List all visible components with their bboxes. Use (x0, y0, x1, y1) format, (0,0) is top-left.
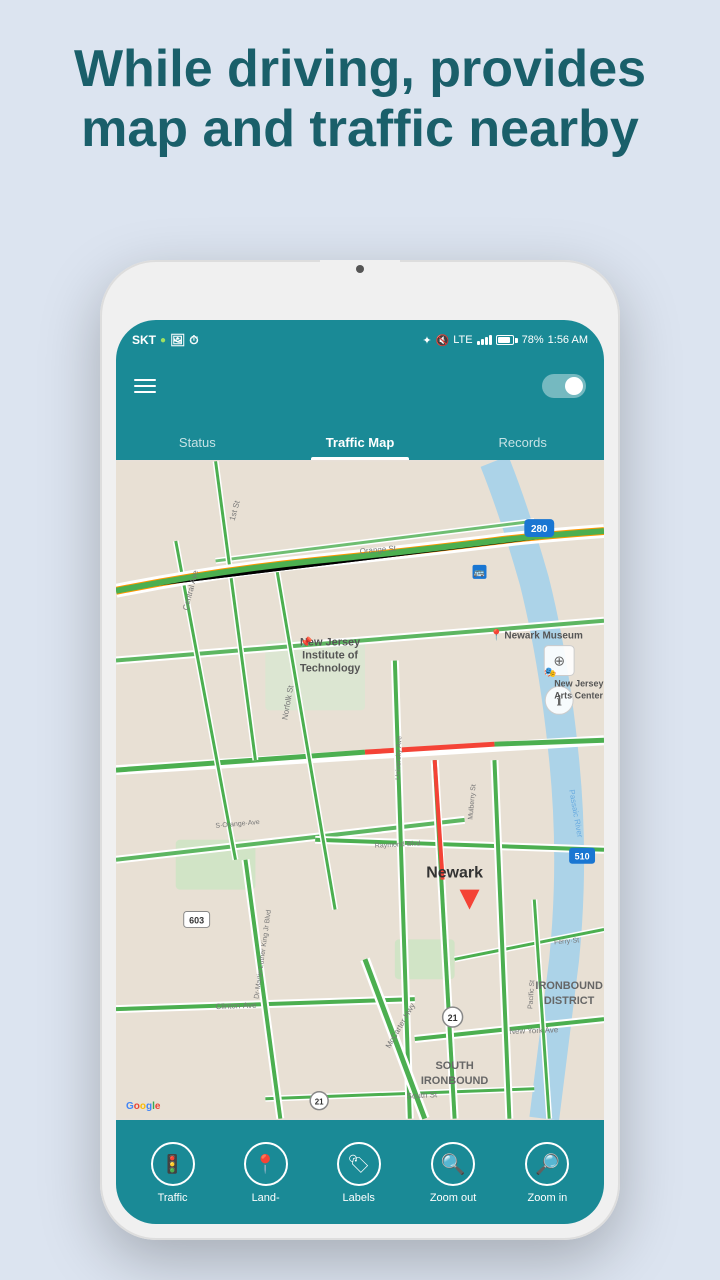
nav-landmark-label: Land- (252, 1192, 280, 1204)
carrier-icon: ● (160, 335, 166, 346)
landmark-nav-icon: 📍 (244, 1142, 288, 1186)
nav-zoom-out-label: Zoom out (430, 1192, 476, 1204)
svg-text:21: 21 (448, 1013, 458, 1023)
svg-text:Clinton·Ave: Clinton·Ave (215, 1001, 257, 1011)
svg-text:South St: South St (406, 1090, 438, 1101)
battery-indicator (496, 335, 518, 345)
phone-notch (320, 260, 400, 278)
nav-labels-label: Labels (343, 1192, 375, 1204)
status-bar: SKT ● 🖼 ⏱ ✦ 🔇 LTE (116, 320, 604, 360)
nav-landmark[interactable]: 📍 Land- (244, 1142, 288, 1204)
hamburger-line-3 (134, 391, 156, 393)
hamburger-line-1 (134, 379, 156, 381)
svg-text:🚌: 🚌 (474, 567, 485, 577)
zoom-out-nav-icon: 🔍 (431, 1142, 475, 1186)
phone-screen: SKT ● 🖼 ⏱ ✦ 🔇 LTE (116, 320, 604, 1224)
svg-text:DISTRICT: DISTRICT (544, 995, 595, 1007)
tab-traffic-map[interactable]: Traffic Map (279, 435, 442, 460)
photo-icon: 🖼 (170, 333, 185, 347)
svg-text:New York Ave: New York Ave (509, 1025, 559, 1036)
signal-bars (477, 335, 492, 345)
google-logo: Google (126, 1101, 160, 1112)
phone-shell: SKT ● 🖼 ⏱ ✦ 🔇 LTE (100, 260, 620, 1240)
svg-text:SOUTH: SOUTH (435, 1060, 473, 1072)
speedometer-icon: ⏱ (189, 333, 198, 348)
zoom-in-nav-icon: 🔎 (525, 1142, 569, 1186)
svg-text:Arts Center: Arts Center (554, 690, 603, 700)
signal-bar-4 (489, 335, 492, 345)
svg-text:Institute of: Institute of (302, 650, 358, 662)
svg-text:🎭: 🎭 (544, 666, 556, 678)
svg-text:21: 21 (315, 1098, 324, 1107)
time-label: 1:56 AM (548, 334, 588, 346)
svg-text:IRONBOUND: IRONBOUND (535, 980, 603, 992)
nav-labels[interactable]: 🏷 Labels (337, 1142, 381, 1204)
svg-text:⊕: ⊕ (553, 653, 565, 669)
svg-text:📍: 📍 (489, 629, 503, 642)
svg-text:New Jersey Perf: New Jersey Perf (554, 678, 604, 688)
traffic-map[interactable]: 280 510 603 21 21 ℹ (116, 460, 604, 1120)
nav-zoom-in-label: Zoom in (528, 1192, 568, 1204)
status-right: ✦ 🔇 LTE 78% 1:56 AM (422, 334, 588, 347)
svg-text:510: 510 (575, 852, 590, 862)
svg-text:Newark: Newark (426, 865, 483, 882)
map-svg: 280 510 603 21 21 ℹ (116, 460, 604, 1120)
camera-dot (356, 265, 364, 273)
labels-nav-icon: 🏷 (337, 1142, 381, 1186)
hero-section: While driving, provides map and traffic … (0, 40, 720, 160)
nav-traffic-label: Traffic (158, 1192, 188, 1204)
bottom-navigation: 🚦 Traffic 📍 Land- 🏷 Labels 🔍 Zoom out 🔎 … (116, 1120, 604, 1224)
signal-bar-3 (485, 337, 488, 345)
svg-text:603: 603 (189, 915, 204, 925)
carrier-label: SKT (132, 333, 156, 347)
tab-bar: Status Traffic Map Records (116, 412, 604, 460)
hamburger-menu-button[interactable] (134, 379, 156, 393)
battery-label: 78% (522, 334, 544, 346)
bluetooth-icon: ✦ (422, 334, 431, 347)
svg-text:IRONBOUND: IRONBOUND (421, 1075, 489, 1087)
toggle-switch-button[interactable] (542, 374, 586, 398)
lte-label: LTE (453, 334, 472, 346)
signal-bar-2 (481, 339, 484, 345)
tab-records[interactable]: Records (441, 435, 604, 460)
nav-zoom-in[interactable]: 🔎 Zoom in (525, 1142, 569, 1204)
hamburger-line-2 (134, 385, 156, 387)
nav-zoom-out[interactable]: 🔍 Zoom out (430, 1142, 476, 1204)
mute-icon: 🔇 (436, 334, 450, 347)
app-bar (116, 360, 604, 412)
hero-title: While driving, provides map and traffic … (40, 40, 680, 160)
svg-text:Technology: Technology (300, 662, 361, 674)
status-left: SKT ● 🖼 ⏱ (132, 333, 199, 348)
svg-text:Newark Museum: Newark Museum (504, 631, 583, 642)
signal-bar-1 (477, 341, 480, 345)
traffic-nav-icon: 🚦 (151, 1142, 195, 1186)
tab-status[interactable]: Status (116, 435, 279, 460)
svg-text:📌: 📌 (300, 636, 313, 649)
svg-text:280: 280 (531, 524, 548, 535)
nav-traffic[interactable]: 🚦 Traffic (151, 1142, 195, 1204)
